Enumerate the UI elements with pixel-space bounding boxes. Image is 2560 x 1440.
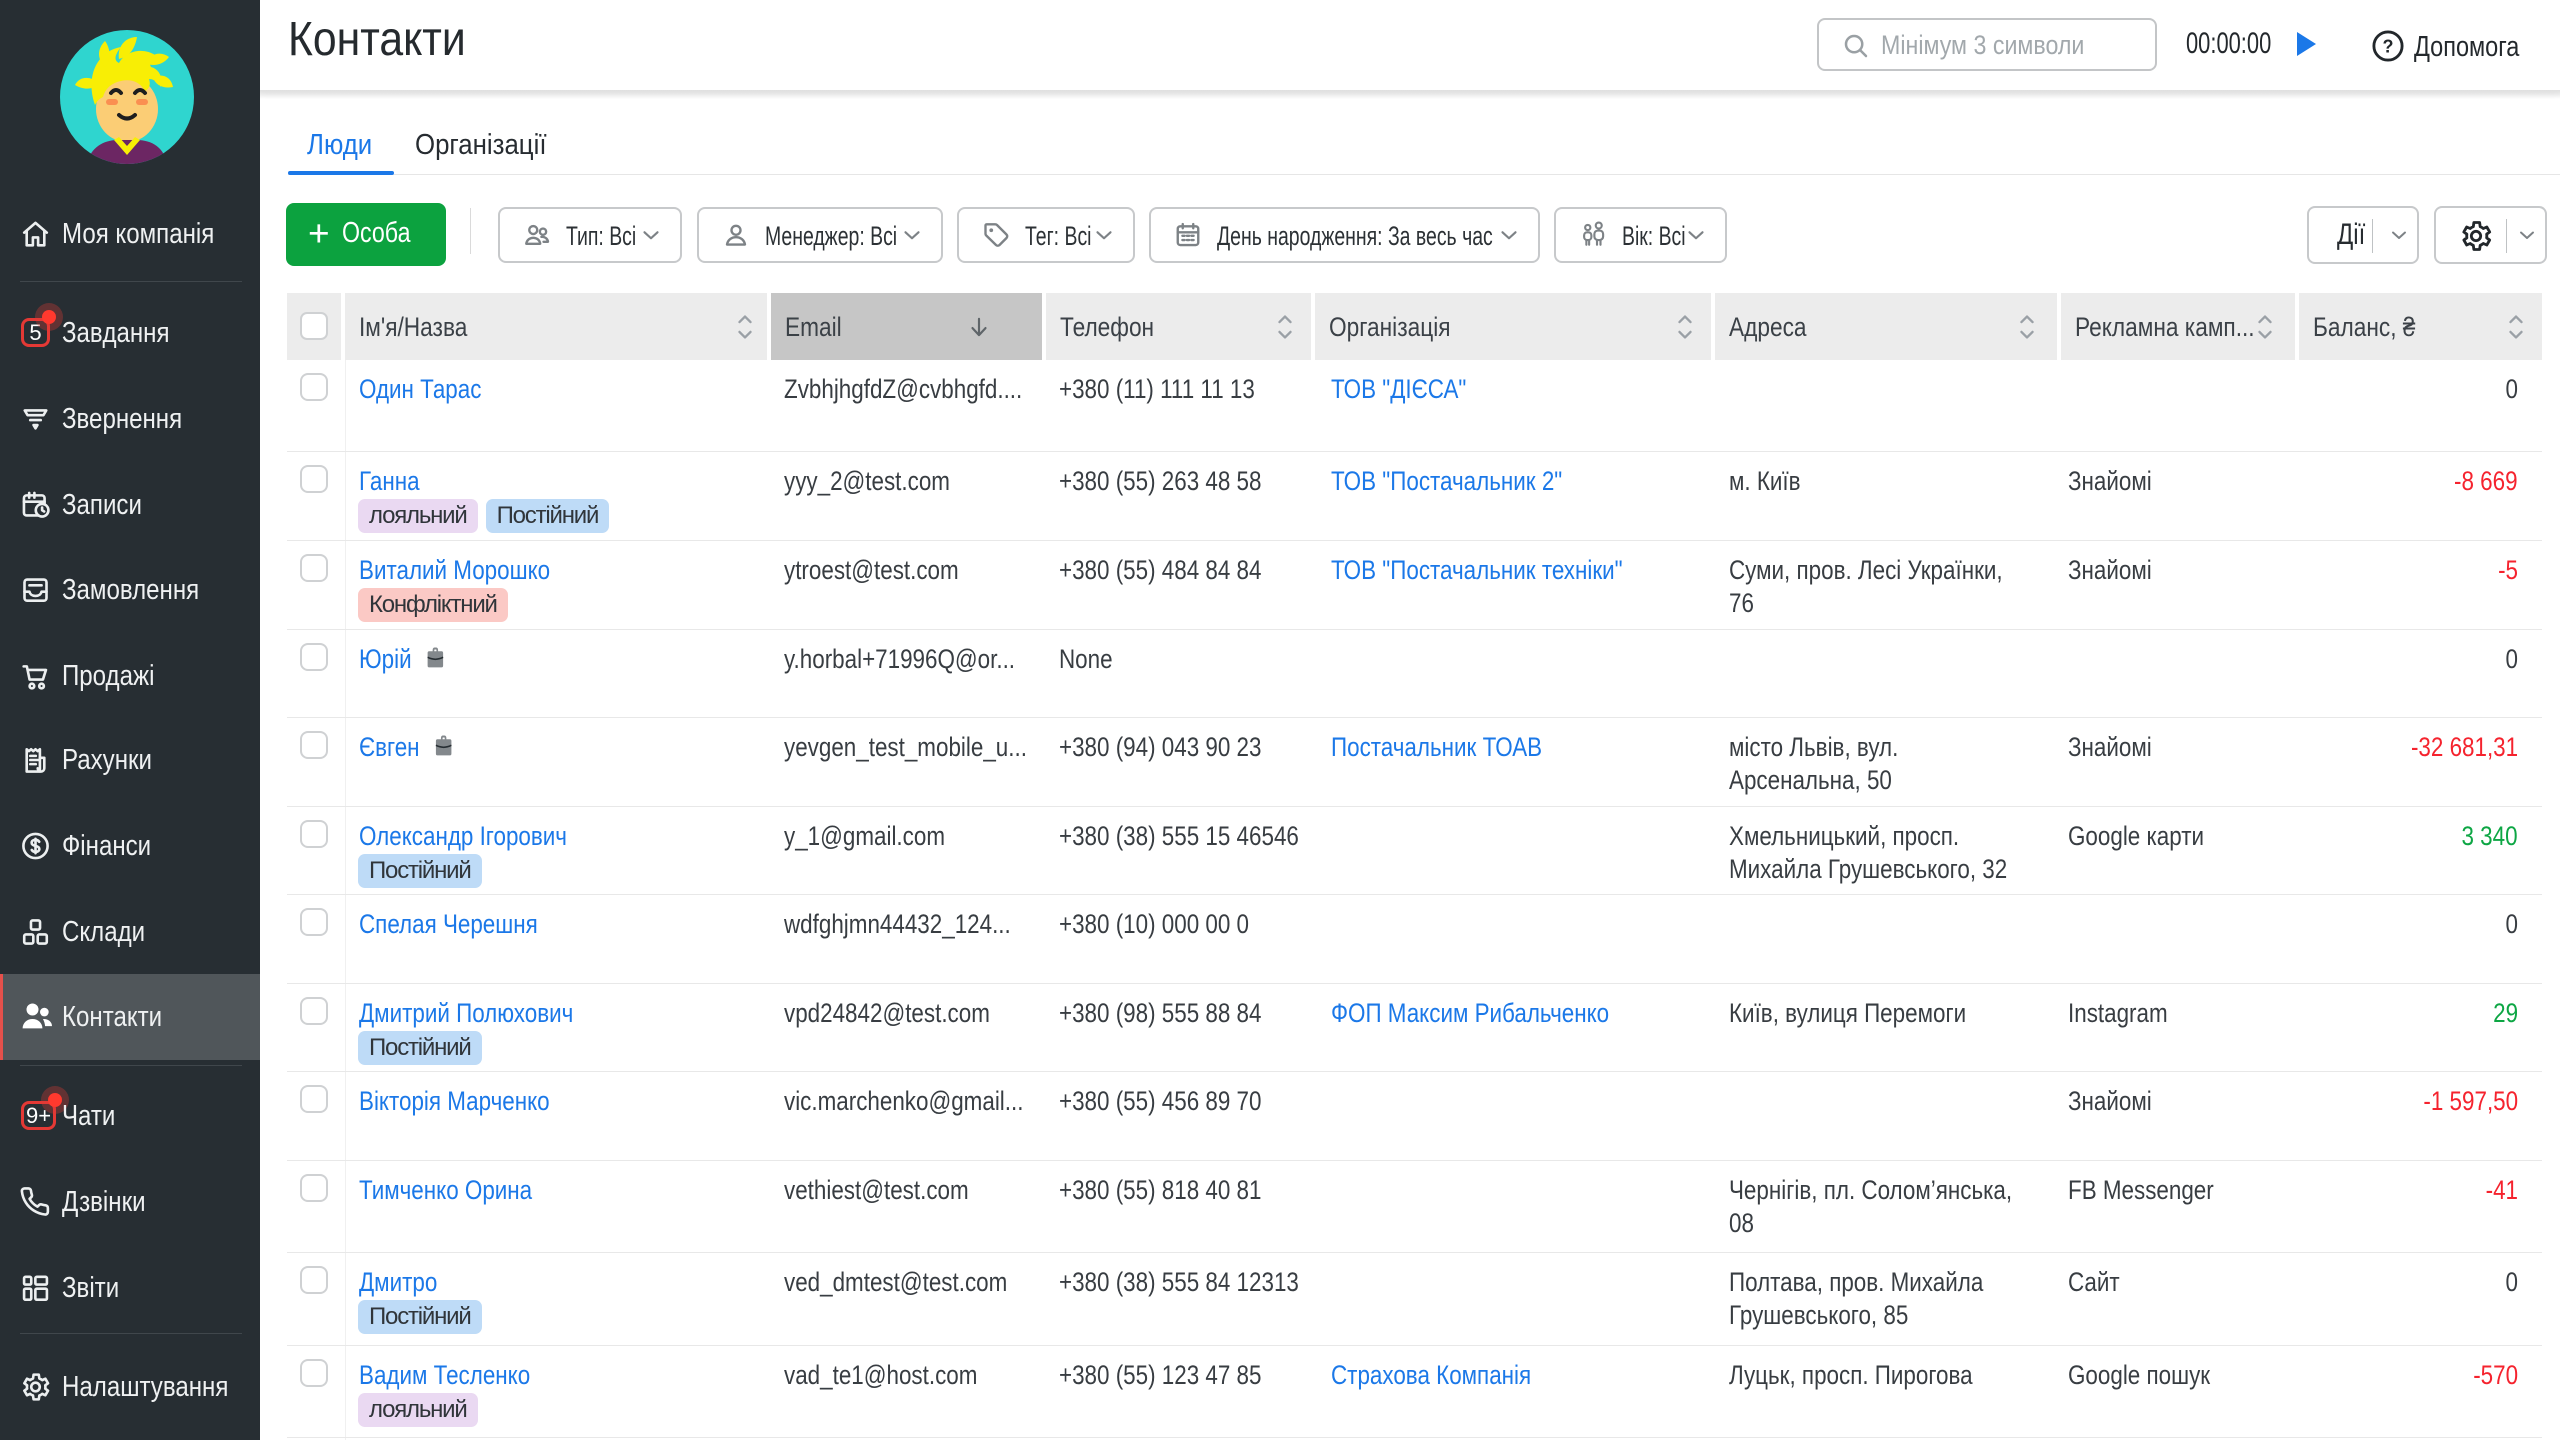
svg-text:?: ? bbox=[2383, 36, 2394, 56]
